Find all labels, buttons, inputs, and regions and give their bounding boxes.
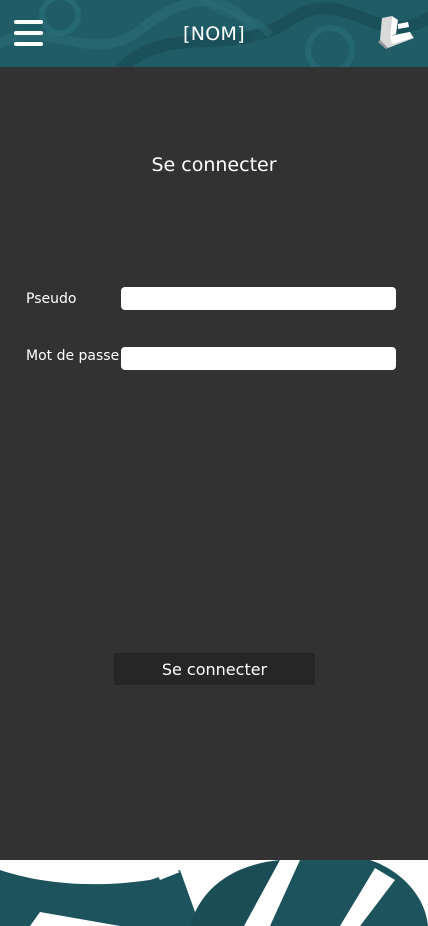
page-title: Se connecter [151, 154, 277, 176]
app-header: [NOM] [0, 0, 428, 67]
app-root: [NOM] Se connecter Pseudo Mot de passe S… [0, 0, 428, 926]
footer-decoration [0, 860, 428, 926]
password-label: Mot de passe [26, 348, 120, 364]
username-label: Pseudo [26, 291, 77, 307]
header-title: [NOM] [183, 23, 245, 45]
username-input[interactable] [121, 287, 396, 310]
login-panel: Se connecter Pseudo Mot de passe Se conn… [0, 67, 428, 860]
login-button[interactable]: Se connecter [114, 653, 315, 685]
footer-pattern [0, 860, 428, 926]
app-logo-icon[interactable] [376, 14, 416, 50]
password-input[interactable] [121, 347, 396, 370]
